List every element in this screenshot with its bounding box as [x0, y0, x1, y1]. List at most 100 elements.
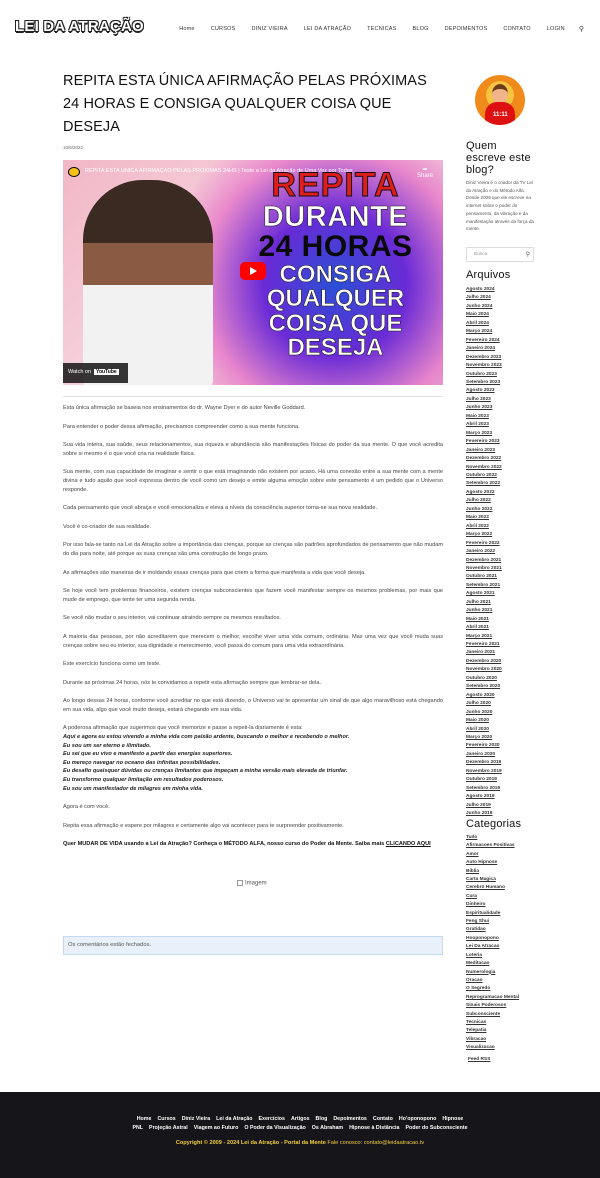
nav-home[interactable]: Home: [179, 26, 194, 32]
archive-link[interactable]: Abril 2021: [466, 624, 566, 632]
footer-nav-link[interactable]: Ho'oponopono: [399, 1116, 436, 1122]
archive-link[interactable]: Abril 2023: [466, 421, 566, 429]
category-link[interactable]: Visualizacao: [466, 1044, 566, 1052]
archive-link[interactable]: Agosto 2021: [466, 590, 566, 598]
archive-link[interactable]: Dezembro 2021: [466, 557, 566, 565]
archive-link[interactable]: Agosto 2023: [466, 387, 566, 395]
archive-link[interactable]: Setembro 2023: [466, 379, 566, 387]
footer-nav-link[interactable]: Lei da Atração: [216, 1116, 252, 1122]
nav-cursos[interactable]: CURSOS: [211, 26, 236, 32]
archive-link[interactable]: Maio 2023: [466, 413, 566, 421]
footer-nav-link[interactable]: Contato: [373, 1116, 393, 1122]
watch-on-youtube-button[interactable]: Watch on YouTube: [63, 363, 128, 383]
archive-link[interactable]: Julho 2024: [466, 294, 566, 302]
archive-link[interactable]: Janeiro 2020: [466, 751, 566, 759]
archive-link[interactable]: Outubro 2019: [466, 776, 566, 784]
archive-link[interactable]: Agosto 2024: [466, 286, 566, 294]
category-link[interactable]: Telepatia: [466, 1027, 566, 1035]
footer-nav-link[interactable]: O Poder da Visualização: [244, 1125, 305, 1131]
archive-link[interactable]: Maio 2022: [466, 514, 566, 522]
archive-link[interactable]: Junho 2024: [466, 303, 566, 311]
archive-link[interactable]: Dezembro 2022: [466, 455, 566, 463]
archive-link[interactable]: Outubro 2020: [466, 675, 566, 683]
archive-link[interactable]: Outubro 2021: [466, 573, 566, 581]
archive-link[interactable]: Agosto 2019: [466, 793, 566, 801]
category-link[interactable]: Tecnicas: [466, 1019, 566, 1027]
category-link[interactable]: Auto Hipnose: [466, 859, 566, 867]
archive-link[interactable]: Agosto 2022: [466, 489, 566, 497]
archive-link[interactable]: Maio 2020: [466, 717, 566, 725]
archive-link[interactable]: Março 2023: [466, 430, 566, 438]
nav-depoimentos[interactable]: DEPOIMENTOS: [445, 26, 488, 32]
archive-link[interactable]: Julho 2019: [466, 802, 566, 810]
archive-link[interactable]: Maio 2024: [466, 311, 566, 319]
category-link[interactable]: Carta Magica: [466, 876, 566, 884]
archive-link[interactable]: Novembro 2023: [466, 362, 566, 370]
category-link[interactable]: Afirmacoes Positivas: [466, 842, 566, 850]
archive-link[interactable]: Junho 2021: [466, 607, 566, 615]
search-icon[interactable]: ⚲: [526, 251, 530, 258]
nav-contato[interactable]: CONTATO: [503, 26, 530, 32]
contact-text[interactable]: Fale conosco: contato@leidaatracao.tv: [326, 1140, 424, 1146]
archive-link[interactable]: Fevereiro 2022: [466, 540, 566, 548]
archive-link[interactable]: Setembro 2020: [466, 683, 566, 691]
archive-link[interactable]: Janeiro 2023: [466, 447, 566, 455]
category-link[interactable]: Bíblia: [466, 868, 566, 876]
archive-link[interactable]: Junho 2022: [466, 506, 566, 514]
archive-link[interactable]: Julho 2020: [466, 700, 566, 708]
footer-nav-link[interactable]: Poder do Subconsciente: [405, 1125, 467, 1131]
rss-feed-link[interactable]: Feed RSS: [468, 1057, 490, 1062]
category-link[interactable]: Amor: [466, 851, 566, 859]
archive-link[interactable]: Fevereiro 2024: [466, 337, 566, 345]
archive-link[interactable]: Dezembro 2023: [466, 354, 566, 362]
footer-nav-link[interactable]: Depoimentos: [333, 1116, 367, 1122]
category-link[interactable]: O Segredo: [466, 985, 566, 993]
archive-link[interactable]: Março 2022: [466, 531, 566, 539]
archive-link[interactable]: Fevereiro 2023: [466, 438, 566, 446]
search-icon[interactable]: ⚲: [579, 25, 584, 33]
footer-nav-link[interactable]: Home: [137, 1116, 152, 1122]
archive-link[interactable]: Setembro 2019: [466, 785, 566, 793]
category-link[interactable]: Gratidao: [466, 926, 566, 934]
nav-lei-da-atracao[interactable]: LEI DA ATRAÇÃO: [304, 26, 351, 32]
category-link[interactable]: Hooponopono: [466, 935, 566, 943]
nav-blog[interactable]: BLOG: [413, 26, 429, 32]
archive-link[interactable]: Novembro 2020: [466, 666, 566, 674]
category-link[interactable]: Vibracao: [466, 1036, 566, 1044]
youtube-embed[interactable]: REPITA ESTA ÚNICA AFIRMAÇÃO PELAS PRÓXIM…: [63, 160, 443, 385]
archive-link[interactable]: Março 2021: [466, 633, 566, 641]
footer-nav-link[interactable]: Viagem ao Futuro: [194, 1125, 239, 1131]
footer-nav-link[interactable]: Hipnose: [442, 1116, 463, 1122]
category-link[interactable]: Lei Da Atracao: [466, 943, 566, 951]
archive-link[interactable]: Setembro 2021: [466, 582, 566, 590]
category-link[interactable]: Feng Shui: [466, 918, 566, 926]
nav-login[interactable]: LOGIN: [547, 26, 565, 32]
archive-link[interactable]: Março 2020: [466, 734, 566, 742]
footer-nav-link[interactable]: Diniz Vieira: [182, 1116, 210, 1122]
archive-link[interactable]: Abril 2020: [466, 726, 566, 734]
archive-link[interactable]: Novembro 2021: [466, 565, 566, 573]
archive-link[interactable]: Fevereiro 2021: [466, 641, 566, 649]
archive-link[interactable]: Fevereiro 2020: [466, 742, 566, 750]
footer-nav-link[interactable]: Cursos: [157, 1116, 175, 1122]
footer-nav-link[interactable]: Blog: [316, 1116, 328, 1122]
search-input[interactable]: Busca ⚲: [466, 247, 534, 262]
nav-diniz-vieira[interactable]: DINIZ VIEIRA: [251, 26, 287, 32]
archive-link[interactable]: Julho 2022: [466, 497, 566, 505]
category-link[interactable]: Meditacao: [466, 960, 566, 968]
archive-link[interactable]: Dezembro 2020: [466, 658, 566, 666]
category-link[interactable]: Cura: [466, 893, 566, 901]
archive-link[interactable]: Outubro 2022: [466, 472, 566, 480]
archive-link[interactable]: Março 2024: [466, 328, 566, 336]
footer-nav-link[interactable]: Artigos: [291, 1116, 310, 1122]
category-link[interactable]: Sinais Poderosos: [466, 1002, 566, 1010]
footer-nav-link[interactable]: Hipnose à Distância: [349, 1125, 399, 1131]
category-link[interactable]: Reprogramacao Mental: [466, 994, 566, 1002]
archive-link[interactable]: Julho 2023: [466, 396, 566, 404]
cta-link[interactable]: CLICANDO AQUI: [386, 841, 431, 847]
category-link[interactable]: Dinheiro: [466, 901, 566, 909]
channel-avatar-icon[interactable]: [68, 167, 80, 177]
category-link[interactable]: Loteria: [466, 952, 566, 960]
category-link[interactable]: Tudo: [466, 834, 566, 842]
nav-tecnicas[interactable]: TECNICAS: [367, 26, 396, 32]
